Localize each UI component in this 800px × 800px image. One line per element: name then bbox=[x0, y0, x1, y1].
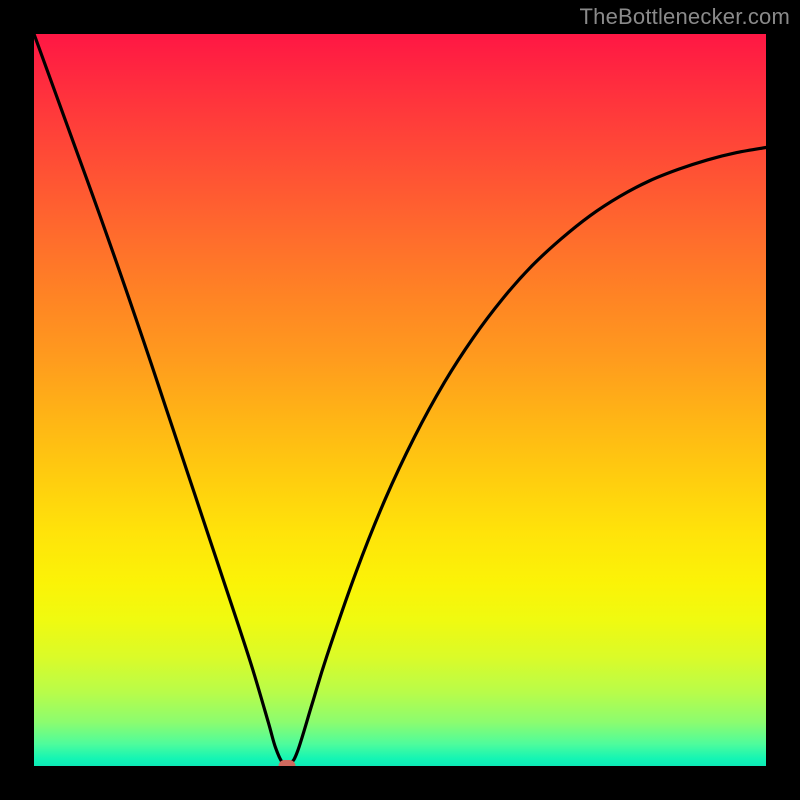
chart-frame: TheBottlenecker.com bbox=[0, 0, 800, 800]
optimum-marker bbox=[278, 760, 295, 766]
watermark-text: TheBottlenecker.com bbox=[580, 4, 790, 30]
plot-area bbox=[34, 34, 766, 766]
background-gradient bbox=[34, 34, 766, 766]
